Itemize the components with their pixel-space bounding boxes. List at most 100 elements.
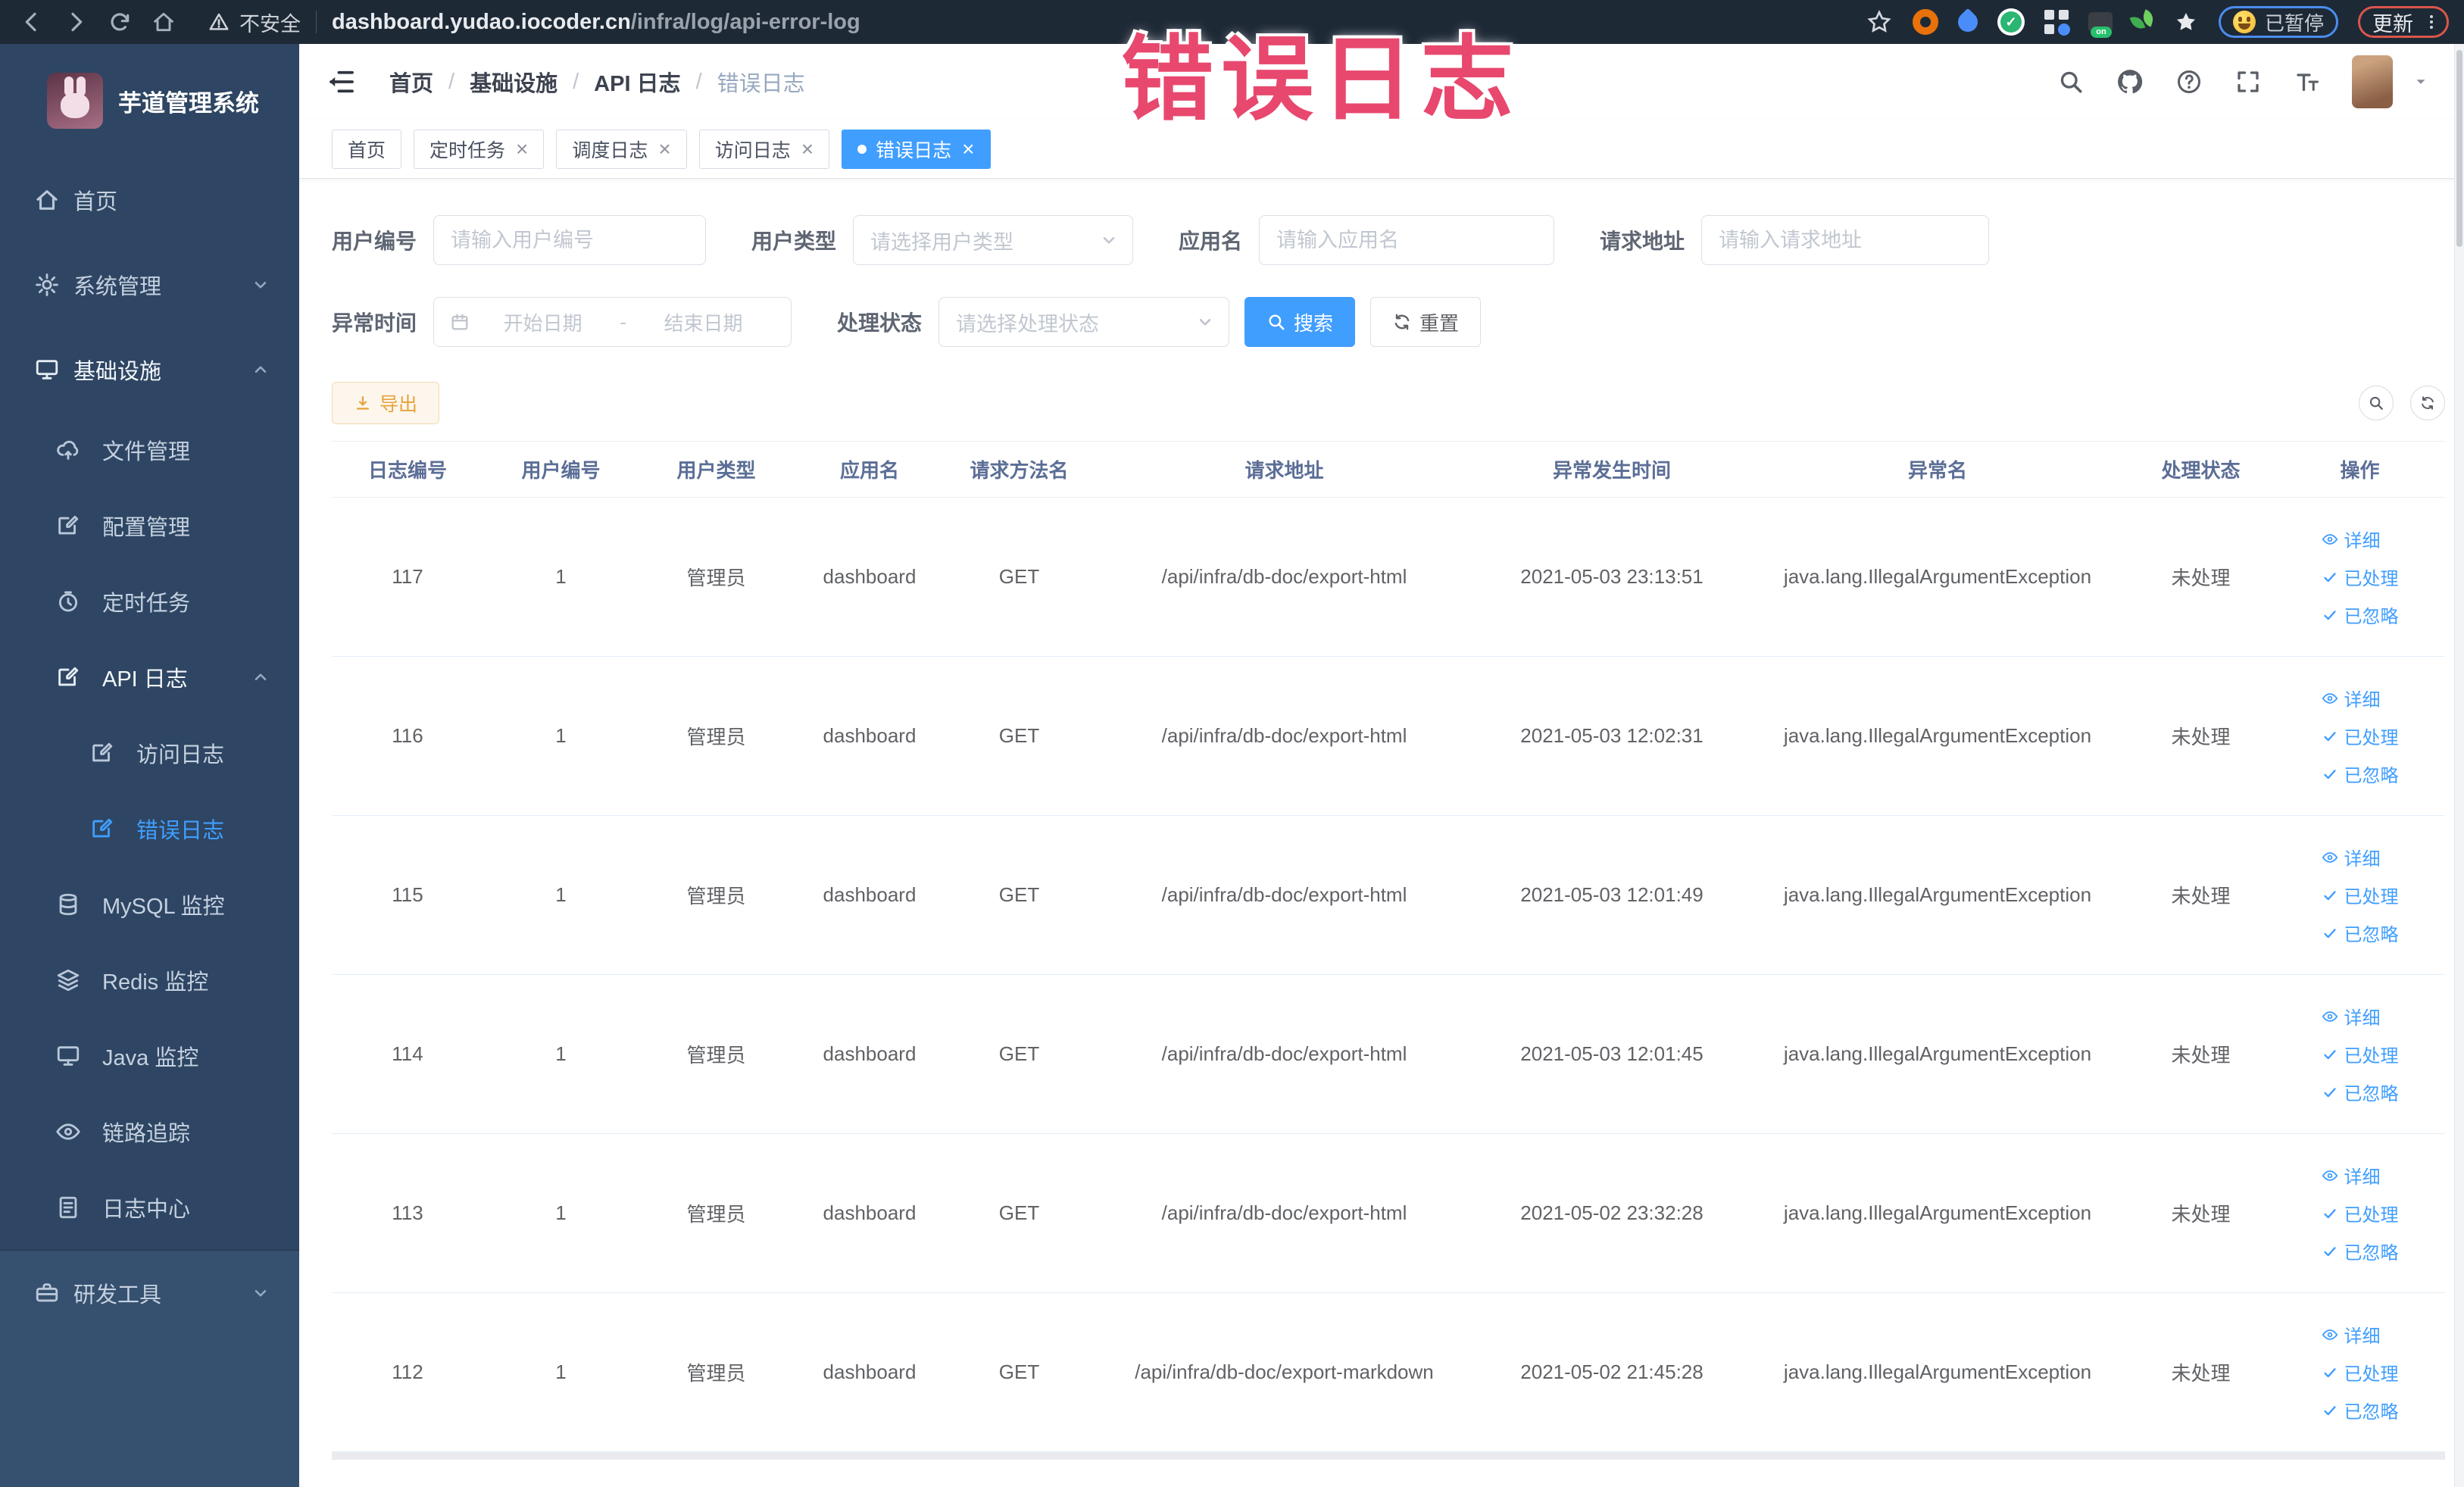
detail-link[interactable]: 详细 — [2322, 839, 2381, 876]
mark-ignored-link[interactable]: 已忽略 — [2322, 1232, 2399, 1270]
app-name-input[interactable] — [1259, 215, 1555, 265]
grid-extension-icon[interactable] — [2044, 10, 2070, 36]
refresh-icon — [2419, 395, 2436, 411]
sidebar-item-dev-tools[interactable]: 研发工具 — [0, 1251, 299, 1335]
vertical-scrollbar[interactable] — [2454, 44, 2464, 1487]
paused-badge[interactable]: 已暂停 — [2218, 6, 2338, 38]
cell-method: GET — [998, 565, 1040, 588]
user-id-input[interactable] — [433, 215, 707, 265]
chevron-down-icon — [1099, 230, 1119, 250]
user-type-select[interactable]: 请选择用户类型 — [853, 215, 1134, 265]
mark-ignored-link[interactable]: 已忽略 — [2322, 1073, 2399, 1111]
sidebar-item-api-logs[interactable]: API 日志 — [0, 639, 299, 715]
browser-menu-dots-icon[interactable] — [2422, 13, 2441, 31]
mark-ignored-link[interactable]: 已忽略 — [2322, 914, 2399, 952]
green-circle-extension-icon[interactable]: ✓ — [1997, 8, 2025, 36]
column-header: 应用名 — [839, 459, 899, 482]
mark-ignored-link[interactable]: 已忽略 — [2322, 596, 2399, 634]
sidebar-fold-icon[interactable] — [326, 66, 358, 98]
browser-forward-icon[interactable] — [59, 5, 92, 39]
mark-ignored-link[interactable]: 已忽略 — [2322, 1392, 2399, 1429]
blue-drop-extension-icon[interactable] — [1953, 8, 1982, 36]
cell-user-type: 管理员 — [686, 885, 746, 908]
sprout-extension-icon[interactable] — [2129, 9, 2156, 33]
app-logo-row[interactable]: 芋道管理系统 — [0, 44, 299, 158]
on-badge-extension-icon[interactable]: on — [2088, 12, 2113, 38]
breadcrumb-api-logs[interactable]: API 日志 — [594, 66, 680, 98]
detail-link[interactable]: 详细 — [2322, 1316, 2381, 1354]
close-icon[interactable]: × — [658, 138, 670, 160]
close-icon[interactable]: × — [801, 138, 814, 160]
tag-scheduled-tasks[interactable]: 定时任务 × — [414, 129, 545, 169]
sidebar-item-error-log[interactable]: 错误日志 — [0, 791, 299, 867]
header-search-icon[interactable] — [2056, 67, 2085, 96]
detail-link[interactable]: 详细 — [2322, 679, 2381, 717]
tag-home[interactable]: 首页 — [332, 129, 402, 169]
url-domain: dashboard.yudao.iocoder.cn — [332, 9, 631, 34]
bookmark-star-icon[interactable] — [1866, 8, 1893, 36]
url-path: /infra/log/api-error-log — [630, 9, 860, 34]
sidebar-item-scheduled-tasks[interactable]: 定时任务 — [0, 564, 299, 639]
browser-back-icon[interactable] — [15, 5, 48, 39]
sidebar-item-system-management[interactable]: 系统管理 — [0, 242, 299, 327]
sidebar-item-access-log[interactable]: 访问日志 — [0, 715, 299, 791]
sidebar-item-mysql-monitor[interactable]: MySQL 监控 — [0, 867, 299, 942]
mark-processed-link[interactable]: 已处理 — [2322, 1195, 2399, 1232]
avatar-caret-down-icon[interactable] — [2412, 73, 2429, 90]
sidebar-item-label: 日志中心 — [102, 1198, 191, 1222]
cell-exception-name: java.lang.IllegalArgumentException — [1783, 724, 2092, 747]
user-avatar[interactable] — [2352, 55, 2393, 108]
breadcrumb-infrastructure[interactable]: 基础设施 — [470, 66, 557, 98]
mark-processed-link[interactable]: 已处理 — [2322, 558, 2399, 596]
close-icon[interactable]: × — [516, 138, 528, 160]
tag-schedule-log[interactable]: 调度日志 × — [556, 129, 687, 169]
breadcrumb-separator: / — [573, 69, 579, 94]
reset-button[interactable]: 重置 — [1370, 297, 1482, 347]
mark-processed-link[interactable]: 已处理 — [2322, 1036, 2399, 1073]
address-bar[interactable]: 不安全 dashboard.yudao.iocoder.cn/infra/log… — [208, 8, 1850, 37]
mark-processed-link[interactable]: 已处理 — [2322, 876, 2399, 914]
mark-processed-link[interactable]: 已处理 — [2322, 717, 2399, 755]
tag-access-log[interactable]: 访问日志 × — [698, 129, 830, 169]
detail-link[interactable]: 详细 — [2322, 520, 2381, 558]
search-button[interactable]: 搜索 — [1244, 297, 1356, 347]
exception-time-range-picker[interactable]: 开始日期 - 结束日期 — [433, 297, 792, 347]
hide-search-toggle-button[interactable] — [2359, 386, 2394, 420]
scrollbar-thumb[interactable] — [2456, 50, 2462, 247]
update-button[interactable]: 更新 — [2358, 6, 2449, 38]
font-size-icon[interactable] — [2293, 67, 2322, 96]
request-url-input[interactable] — [1701, 215, 1990, 265]
sidebar-item-file-management[interactable]: 文件管理 — [0, 412, 299, 488]
mark-ignored-link[interactable]: 已忽略 — [2322, 755, 2399, 793]
breadcrumb-home[interactable]: 首页 — [389, 66, 433, 98]
sidebar-item-config-management[interactable]: 配置管理 — [0, 488, 299, 564]
edit-doc-icon — [55, 513, 81, 539]
mark-processed-link[interactable]: 已处理 — [2322, 1354, 2399, 1392]
filter-label: 请求地址 — [1600, 230, 1685, 253]
action-label: 已忽略 — [2344, 925, 2399, 945]
help-icon[interactable] — [2175, 67, 2203, 96]
sidebar-item-redis-monitor[interactable]: Redis 监控 — [0, 942, 299, 1018]
fullscreen-icon[interactable] — [2234, 67, 2263, 96]
database-icon — [55, 892, 81, 917]
process-status-select[interactable]: 请选择处理状态 — [938, 297, 1230, 347]
table-row: 113 1 管理员 dashboard GET /api/infra/db-do… — [332, 1134, 2445, 1293]
detail-link[interactable]: 详细 — [2322, 1157, 2381, 1195]
sidebar-item-log-center[interactable]: 日志中心 — [0, 1170, 299, 1245]
export-button[interactable]: 导出 — [332, 382, 439, 424]
tag-error-log[interactable]: 错误日志 × — [842, 129, 991, 169]
github-icon[interactable] — [2116, 67, 2144, 96]
sidebar-item-home[interactable]: 首页 — [0, 158, 299, 242]
browser-home-icon[interactable] — [147, 5, 180, 39]
cell-log-id: 114 — [392, 1042, 423, 1065]
sidebar-item-java-monitor[interactable]: Java 监控 — [0, 1018, 299, 1094]
sidebar-item-infrastructure[interactable]: 基础设施 — [0, 327, 299, 412]
sidebar-item-trace[interactable]: 链路追踪 — [0, 1094, 299, 1170]
close-icon[interactable]: × — [962, 138, 974, 160]
detail-link[interactable]: 详细 — [2322, 998, 2381, 1036]
white-star-extension-icon[interactable] — [2173, 9, 2199, 35]
refresh-table-button[interactable] — [2410, 386, 2445, 420]
orange-ring-extension-icon[interactable] — [1912, 9, 1938, 35]
browser-reload-icon[interactable] — [103, 5, 136, 39]
column-header: 处理状态 — [2161, 459, 2241, 482]
